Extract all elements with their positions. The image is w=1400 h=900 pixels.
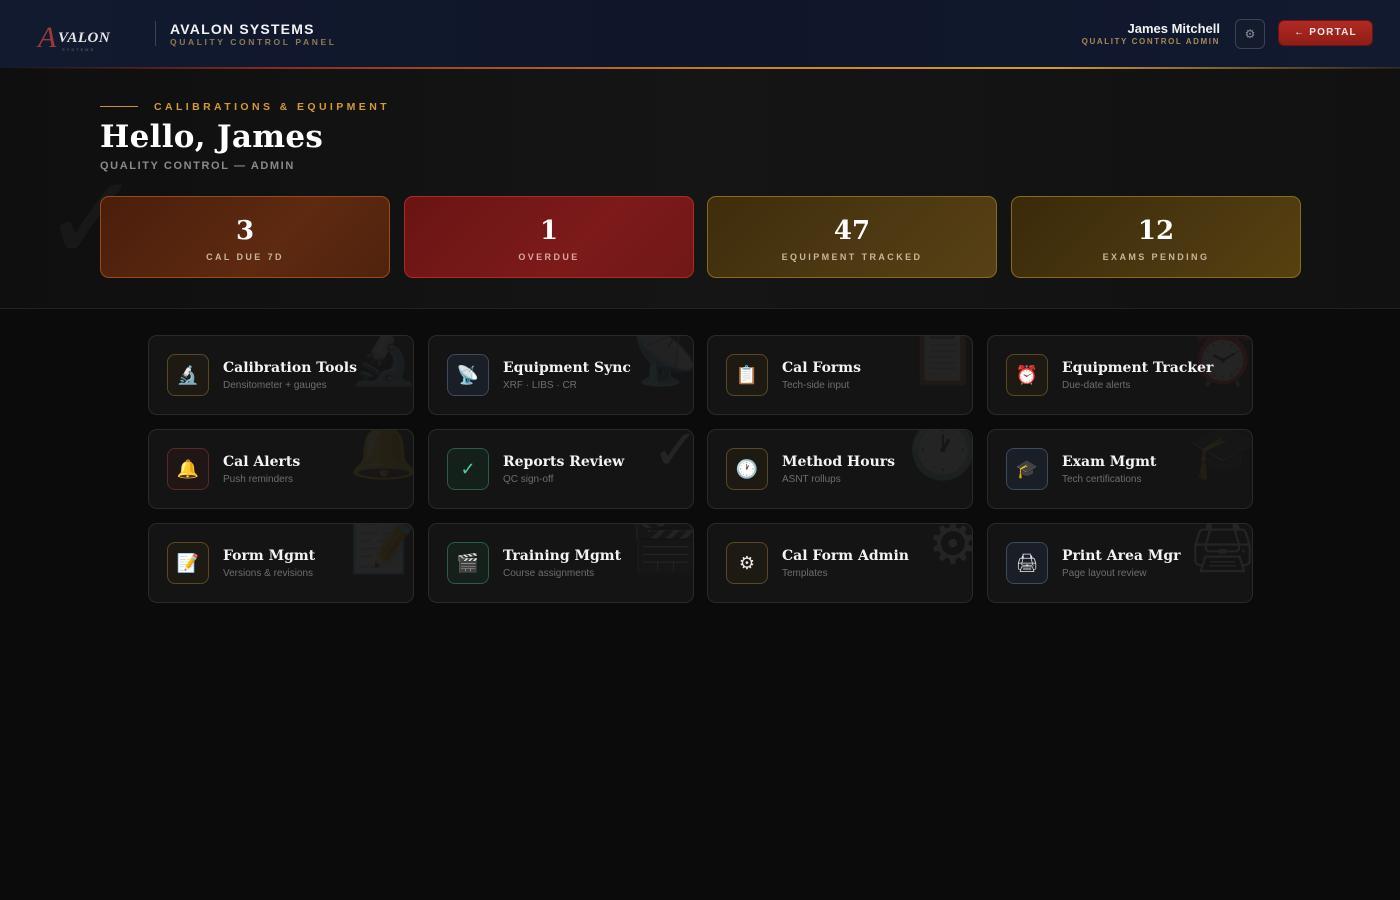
hero-section: ✓ CALIBRATIONS & EQUIPMENT Hello, James …: [0, 69, 1400, 309]
stat-label: EQUIPMENT TRACKED: [781, 252, 923, 262]
tile-equipment-tracker[interactable]: ⏰ ⏰ Equipment Tracker Due-date alerts: [987, 335, 1253, 415]
stat-card-cal-due[interactable]: 3 CAL DUE 7D: [100, 196, 390, 278]
tile-title: Print Area Mgr: [1062, 548, 1181, 564]
stat-value: 12: [1137, 216, 1175, 246]
tile-title: Equipment Sync: [503, 360, 631, 376]
satellite-dish-watermark-icon: 📡: [629, 335, 694, 387]
checkmark-icon: ✓: [447, 448, 489, 490]
alarm-clock-icon: ⏰: [1006, 354, 1048, 396]
eyebrow-rule: [100, 106, 138, 107]
logo-wordmark: VALON: [58, 30, 111, 46]
graduation-cap-icon: 🎓: [1006, 448, 1048, 490]
user-name: James Mitchell: [1127, 21, 1221, 36]
greeting-heading: Hello, James: [100, 119, 324, 155]
tile-title: Equipment Tracker: [1062, 360, 1214, 376]
printer-icon: 🖨: [1006, 542, 1048, 584]
section-eyebrow: CALIBRATIONS & EQUIPMENT: [154, 101, 390, 113]
tile-exam-mgmt[interactable]: 🎓 🎓 Exam Mgmt Tech certifications: [987, 429, 1253, 509]
settings-button[interactable]: ⚙: [1235, 19, 1265, 49]
tile-training-mgmt[interactable]: 🎬 🎬 Training Mgmt Course assignments: [428, 523, 694, 603]
stat-value: 47: [833, 216, 871, 246]
tile-form-mgmt[interactable]: 📝 📝 Form Mgmt Versions & revisions: [148, 523, 414, 603]
tile-subtitle: Page layout review: [1062, 568, 1147, 579]
clipboard-icon: 📋: [726, 354, 768, 396]
tile-subtitle: Densitometer + gauges: [223, 380, 327, 391]
gear-watermark-icon: ⚙: [927, 523, 973, 575]
stat-label: EXAMS PENDING: [1102, 252, 1210, 262]
tile-title: Cal Form Admin: [782, 548, 909, 564]
tile-subtitle: QC sign-off: [503, 474, 554, 485]
tile-title: Method Hours: [782, 454, 896, 470]
memo-watermark-icon: 📝: [349, 523, 414, 575]
greeting-subtitle: QUALITY CONTROL — ADMIN: [100, 160, 295, 172]
tile-subtitle: Due-date alerts: [1062, 380, 1131, 391]
tile-subtitle: Versions & revisions: [223, 568, 314, 579]
printer-watermark-icon: 🖨: [1186, 523, 1253, 575]
tile-subtitle: XRF · LIBS · CR: [503, 380, 577, 391]
tile-title: Exam Mgmt: [1062, 454, 1157, 470]
memo-icon: 📝: [167, 542, 209, 584]
satellite-dish-icon: 📡: [447, 354, 489, 396]
clapperboard-icon: 🎬: [447, 542, 489, 584]
gear-icon: ⚙: [1244, 27, 1256, 41]
logo-subtext: SYSTEMS: [62, 47, 96, 52]
tile-equipment-sync[interactable]: 📡 📡 Equipment Sync XRF · LIBS · CR: [428, 335, 694, 415]
graduation-cap-watermark-icon: 🎓: [1188, 429, 1253, 481]
microscope-watermark-icon: 🔬: [349, 335, 414, 387]
tile-subtitle: Tech certifications: [1062, 474, 1142, 485]
stat-label: OVERDUE: [518, 252, 580, 262]
tile-title: Form Mgmt: [223, 548, 316, 564]
stat-card-exams-pending[interactable]: 12 EXAMS PENDING: [1011, 196, 1301, 278]
top-navigation-bar: A VALON SYSTEMS AVALON SYSTEMS QUALITY C…: [0, 0, 1400, 68]
stat-value: 1: [539, 216, 559, 246]
stat-label: CAL DUE 7D: [206, 252, 284, 262]
checkmark-watermark-icon: ✓: [652, 430, 693, 480]
portal-button[interactable]: ← PORTAL: [1279, 21, 1372, 45]
gear-icon: ⚙: [726, 542, 768, 584]
bell-watermark-icon: 🔔: [349, 429, 414, 481]
brand-subtitle: QUALITY CONTROL PANEL: [170, 37, 337, 47]
clipboard-watermark-icon: 📋: [908, 335, 973, 387]
tile-title: Calibration Tools: [223, 360, 357, 376]
tile-print-area-mgr[interactable]: 🖨 🖨 Print Area Mgr Page layout review: [987, 523, 1253, 603]
avalon-logo[interactable]: A VALON SYSTEMS: [38, 22, 118, 54]
tile-title: Cal Alerts: [223, 454, 301, 470]
tile-method-hours[interactable]: 🕐 🕐 Method Hours ASNT rollups: [707, 429, 973, 509]
tile-subtitle: Tech-side input: [782, 380, 850, 391]
tile-calibration-tools[interactable]: 🔬 🔬 Calibration Tools Densitometer + gau…: [148, 335, 414, 415]
bell-icon: 🔔: [167, 448, 209, 490]
tile-title: Training Mgmt: [503, 548, 622, 564]
tile-cal-forms[interactable]: 📋 📋 Cal Forms Tech-side input: [707, 335, 973, 415]
stat-card-overdue[interactable]: 1 OVERDUE: [404, 196, 694, 278]
tile-subtitle: Templates: [782, 568, 828, 579]
brand-title: AVALON SYSTEMS: [170, 21, 315, 37]
clock-watermark-icon: 🕐: [908, 429, 973, 481]
tile-cal-alerts[interactable]: 🔔 🔔 Cal Alerts Push reminders: [148, 429, 414, 509]
brand-divider: [155, 21, 156, 46]
tile-title: Cal Forms: [782, 360, 861, 376]
tile-subtitle: Push reminders: [223, 474, 294, 485]
tile-title: Reports Review: [503, 454, 625, 470]
tile-subtitle: Course assignments: [503, 568, 595, 579]
user-role: QUALITY CONTROL ADMIN: [1081, 37, 1220, 46]
stat-value: 3: [235, 216, 255, 246]
tile-subtitle: ASNT rollups: [782, 474, 841, 485]
clock-icon: 🕐: [726, 448, 768, 490]
tile-reports-review[interactable]: ✓ ✓ Reports Review QC sign-off: [428, 429, 694, 509]
clapperboard-watermark-icon: 🎬: [629, 523, 694, 575]
stat-card-equipment-tracked[interactable]: 47 EQUIPMENT TRACKED: [707, 196, 997, 278]
tile-cal-form-admin[interactable]: ⚙ ⚙ Cal Form Admin Templates: [707, 523, 973, 603]
logo-initial: A: [38, 21, 57, 54]
microscope-icon: 🔬: [167, 354, 209, 396]
